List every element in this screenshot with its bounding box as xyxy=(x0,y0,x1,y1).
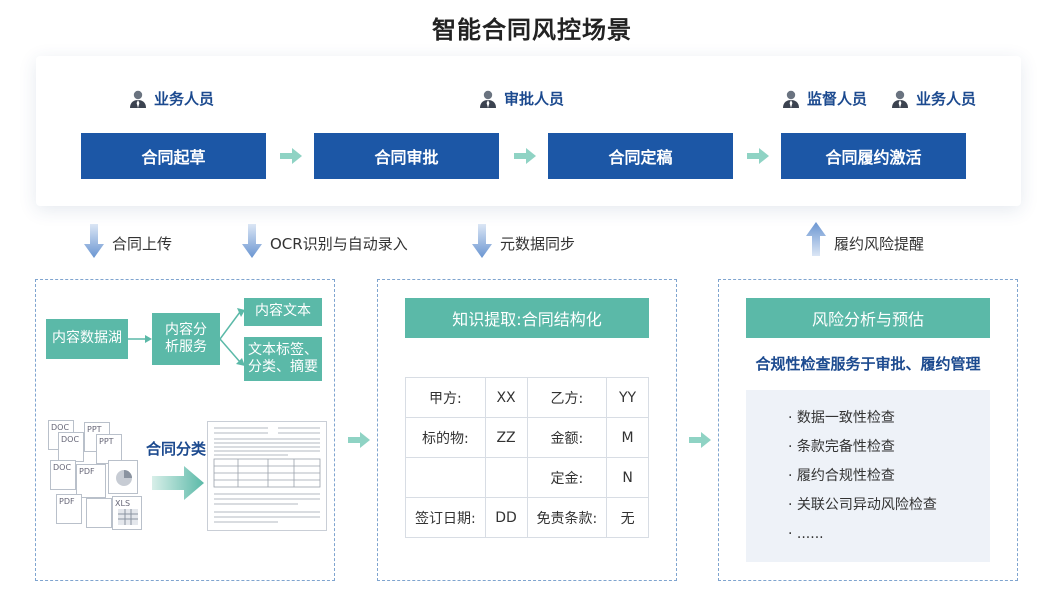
list-item: · 关联公司异动风险检查 xyxy=(788,497,937,513)
pie-chart-icon xyxy=(116,470,132,486)
file-icon: PDF xyxy=(76,464,106,498)
role-label: 业务人员 xyxy=(916,90,977,108)
table-cell: YY xyxy=(606,377,649,418)
list-item: · 条款完备性检查 xyxy=(788,439,895,455)
knowledge-extraction-header: 知识提取:合同结构化 xyxy=(405,298,649,338)
arrow-down-icon xyxy=(472,224,492,258)
role-supervisor: 监督人员 xyxy=(781,88,867,109)
compliance-subtitle: 合规性检查服务于审批、履约管理 xyxy=(755,355,981,373)
arrow-down-icon xyxy=(84,224,104,258)
list-item: · ...... xyxy=(788,526,824,542)
table-row: 标的物: ZZ 金额: M xyxy=(405,417,649,458)
role-label: 监督人员 xyxy=(807,90,868,108)
arrow-right-icon xyxy=(747,148,769,164)
table-cell: M xyxy=(606,417,649,458)
stage-finalize: 合同定稿 xyxy=(548,133,733,179)
text-tags-box: 文本标签、 分类、摘要 xyxy=(244,337,322,381)
workflow-card xyxy=(36,56,1021,206)
file-icon xyxy=(86,498,112,528)
document-lines xyxy=(213,427,321,523)
table-cell: N xyxy=(606,457,649,498)
arrow-right-icon xyxy=(152,466,204,500)
table-cell: 金额: xyxy=(526,417,608,458)
role-label: 业务人员 xyxy=(154,90,215,108)
arrow-right-icon xyxy=(514,148,536,164)
role-label: 审批人员 xyxy=(504,90,565,108)
table-cell: 定金: xyxy=(526,457,608,498)
role-business: 业务人员 xyxy=(128,88,214,109)
table-cell: 免责条款: xyxy=(526,497,608,538)
stage-activate: 合同履约激活 xyxy=(781,133,966,179)
stage-draft: 合同起草 xyxy=(81,133,266,179)
flow-label-meta: 元数据同步 xyxy=(500,235,576,253)
compliance-check-list: · 数据一致性检查 · 条款完备性检查 · 履约合规性检查 · 关联公司异动风险… xyxy=(746,390,990,562)
table-cell: 乙方: xyxy=(526,377,608,418)
stage-approval: 合同审批 xyxy=(314,133,499,179)
spreadsheet-icon xyxy=(118,509,138,525)
flow-label-upload: 合同上传 xyxy=(112,235,173,253)
table-cell xyxy=(484,457,528,498)
file-icon: PDF xyxy=(56,494,82,524)
risk-analysis-header: 风险分析与预估 xyxy=(746,298,990,338)
contract-document-thumbnail xyxy=(207,421,327,531)
person-icon xyxy=(783,90,799,108)
arrow-right-icon xyxy=(280,148,302,164)
text-tags-line2: 分类、摘要 xyxy=(248,359,318,375)
table-row: 甲方: XX 乙方: YY xyxy=(405,377,649,418)
document-stack: DOC DOC PPT PPT DOC PDF PDF XLS xyxy=(46,420,146,530)
file-icon: DOC xyxy=(50,460,76,490)
table-row: 定金: N xyxy=(405,457,649,498)
role-approver: 审批人员 xyxy=(478,88,564,109)
list-item: · 数据一致性检查 xyxy=(788,410,895,426)
file-icon xyxy=(108,460,138,494)
role-business-2: 业务人员 xyxy=(890,88,976,109)
table-cell xyxy=(405,457,486,498)
arrow-down-icon xyxy=(242,224,262,258)
arrow-right-icon xyxy=(348,432,370,448)
contract-classify-label: 合同分类 xyxy=(146,440,207,458)
table-cell: DD xyxy=(484,497,528,538)
text-tags-line1: 文本标签、 xyxy=(248,341,318,358)
branch-connector xyxy=(220,308,245,366)
content-lake-box: 内容数据湖 xyxy=(46,319,128,359)
arrow-up-icon xyxy=(806,222,826,256)
person-icon xyxy=(130,90,146,108)
content-service-box: 内容分 析服务 xyxy=(152,313,220,365)
table-row: 签订日期: DD 免责条款: 无 xyxy=(405,497,649,538)
flow-label-ocr: OCR识别与自动录入 xyxy=(270,235,408,253)
page-title: 智能合同风控场景 xyxy=(432,16,632,44)
list-item: · 履约合规性检查 xyxy=(788,468,895,484)
content-service-line1: 内容分 xyxy=(165,321,207,338)
table-cell: ZZ xyxy=(484,417,528,458)
table-cell: XX xyxy=(484,377,528,418)
file-icon: DOC xyxy=(58,432,84,462)
connector-arrow xyxy=(128,335,152,343)
flow-label-alert: 履约风险提醒 xyxy=(834,235,925,253)
person-icon xyxy=(480,90,496,108)
content-text-box: 内容文本 xyxy=(244,298,322,326)
table-cell: 标的物: xyxy=(405,417,486,458)
person-icon xyxy=(892,90,908,108)
table-cell: 甲方: xyxy=(405,377,486,418)
table-cell: 签订日期: xyxy=(405,497,486,538)
table-cell: 无 xyxy=(606,497,649,538)
file-icon: XLS xyxy=(112,496,142,530)
contract-structure-table: 甲方: XX 乙方: YY 标的物: ZZ 金额: M 定金: N 签订日期: … xyxy=(405,377,649,538)
content-service-line2: 析服务 xyxy=(165,339,207,355)
arrow-right-icon xyxy=(689,432,711,448)
